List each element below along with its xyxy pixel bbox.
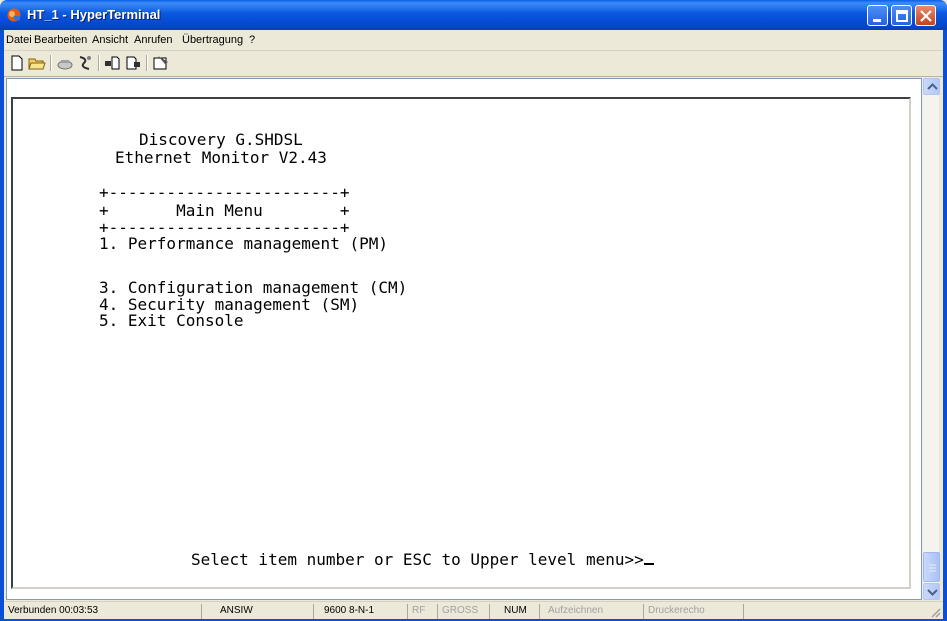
menu-bearbeiten[interactable]: Bearbeiten [34,34,87,46]
status-print-echo: Druckerecho [644,604,744,619]
prompt-text: Select item number or ESC to Upper level… [191,550,644,569]
minimize-button[interactable] [867,5,888,26]
title-bar[interactable]: HT_1 - HyperTerminal [0,0,947,30]
menu-option-performance: 1. Performance management (PM) [99,234,388,253]
maximize-button[interactable] [891,5,912,26]
disconnect-icon[interactable] [76,54,94,72]
toolbar-separator [50,55,52,71]
text-cursor [643,551,654,565]
hyperterminal-app-icon[interactable] [6,7,22,23]
maximize-icon [896,10,908,22]
properties-icon[interactable] [152,54,170,72]
status-port-settings: 9600 8-N-1 [320,604,408,619]
menu-anrufen[interactable]: Anrufen [134,34,173,46]
status-caps: GROSS [438,604,490,619]
window-frame-right [943,30,947,621]
terminal-screen[interactable]: Discovery G.SHDSL Ethernet Monitor V2.43… [11,97,911,589]
minimize-icon [873,19,881,22]
menu-ansicht[interactable]: Ansicht [92,34,128,46]
terminal-line-border-top: +------------------------+ [99,183,350,202]
vertical-scrollbar[interactable] [922,78,940,600]
status-num: NUM [500,604,540,619]
connect-phone-icon[interactable] [56,54,74,72]
status-capture: Aufzeichnen [544,604,644,619]
scroll-up-button[interactable] [923,78,940,95]
menu-bar: Datei Bearbeiten Ansicht Anrufen Übertra… [4,30,943,51]
receive-file-icon[interactable] [124,54,142,72]
new-document-icon[interactable] [8,54,26,72]
terminal-line-menu-title: + Main Menu + [99,201,350,220]
status-bar: Verbunden 00:03:53 ANSIW 9600 8-N-1 RF G… [4,601,943,619]
terminal-line-product: Discovery G.SHDSL [139,130,303,149]
close-button[interactable] [915,5,936,26]
scroll-down-button[interactable] [923,583,940,600]
menu-help[interactable]: ? [249,34,255,46]
resize-grip-icon[interactable] [929,606,941,618]
chevron-down-icon [927,589,938,596]
menu-uebertragung[interactable]: Übertragung [182,34,243,46]
status-rf: RF [408,604,438,619]
scrollbar-thumb[interactable] [923,552,940,582]
terminal-window[interactable]: Discovery G.SHDSL Ethernet Monitor V2.43… [6,78,922,600]
toolbar-separator [146,55,148,71]
window-title: HT_1 - HyperTerminal [27,7,161,22]
send-file-icon[interactable] [104,54,122,72]
terminal-area: Discovery G.SHDSL Ethernet Monitor V2.43… [4,78,943,601]
terminal-line-version: Ethernet Monitor V2.43 [115,148,327,167]
close-icon [920,10,932,22]
open-folder-icon[interactable] [28,54,46,72]
toolbar-separator [98,55,100,71]
terminal-prompt: Select item number or ESC to Upper level… [191,551,654,568]
menu-option-configuration: 3. Configuration management (CM) [99,278,408,297]
toolbar [4,51,943,77]
status-emulation: ANSIW [216,604,314,619]
grip-lines-icon [929,564,936,572]
chevron-up-icon [927,83,938,90]
menu-datei[interactable]: Datei [6,34,32,46]
menu-option-exit: 5. Exit Console [99,311,244,330]
status-connection-time: Verbunden 00:03:53 [4,604,202,619]
